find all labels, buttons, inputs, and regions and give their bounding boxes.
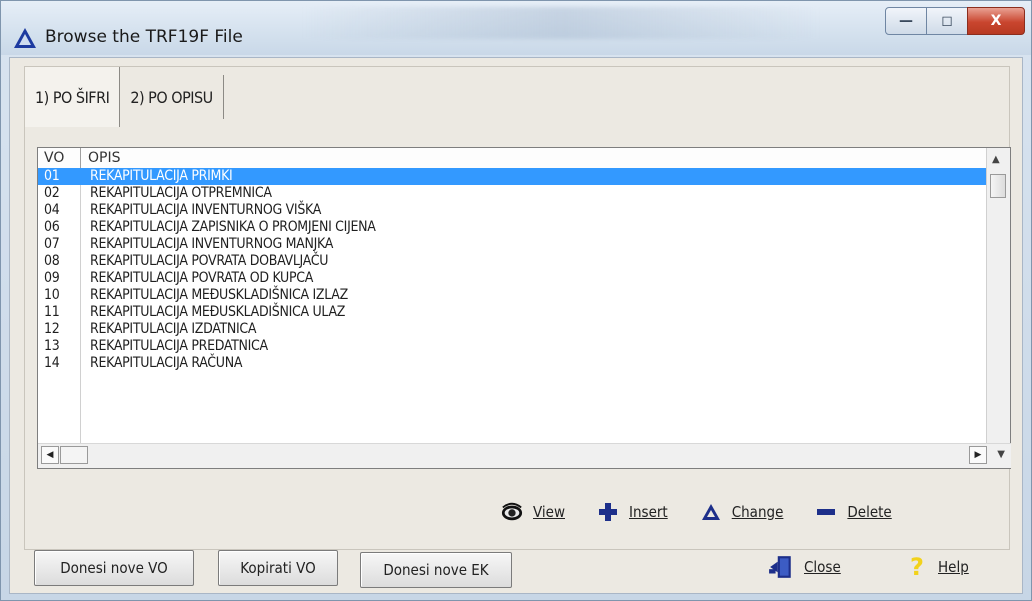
scroll-right-arrow-icon[interactable]: ▶ [969,446,987,464]
triangle-icon [701,504,720,520]
list-row[interactable]: 09 REKAPITULACIJA POVRATA OD KUPCA [38,270,986,287]
close-label: Close [804,558,841,576]
view-label: View [533,503,565,521]
plus-icon [599,503,617,521]
row-vo: 07 [44,236,60,252]
view-button[interactable]: View [485,497,581,527]
tab-po-opisu-label: 2) PO OPISU [130,87,213,107]
column-header-opis[interactable]: OPIS [88,150,120,166]
row-vo: 13 [44,338,60,354]
horizontal-scrollbar[interactable]: ◀ ▶ ▼ [38,443,1011,468]
tab-po-sifri-label: 1) PO ŠIFRI [35,87,110,107]
client-area: 1) PO ŠIFRI 2) PO OPISU VO OPIS 01 REKAPI… [9,57,1023,594]
list-row[interactable]: 04 REKAPITULACIJA INVENTURNOG VIŠKA [38,202,986,219]
column-header-vo[interactable]: VO [44,150,64,166]
donesi-nove-ek-button[interactable]: Donesi nove EK [360,552,512,588]
minimize-button[interactable]: — [885,7,927,35]
list-row[interactable]: 10 REKAPITULACIJA MEĐUSKLADIŠNICA IZLAZ [38,287,986,304]
donesi-nove-vo-button[interactable]: Donesi nove VO [34,550,194,586]
close-window-button[interactable]: X [967,7,1025,35]
row-opis: REKAPITULACIJA PREDATNICA [90,338,268,354]
row-opis: REKAPITULACIJA INVENTURNOG VIŠKA [90,202,322,218]
insert-label: Insert [629,503,668,521]
maximize-icon: ◻ [941,13,953,29]
close-button[interactable]: Close [768,552,841,582]
list-row[interactable]: 07 REKAPITULACIJA INVENTURNOG MANJKA [38,236,986,253]
list-row[interactable]: 06 REKAPITULACIJA ZAPISNIKA O PROMJENI CI… [38,219,986,236]
list-row[interactable]: 08 REKAPITULACIJA POVRATA DOBAVLJAČU [38,253,986,270]
kopirati-vo-label: Kopirati VO [240,559,316,577]
row-opis: REKAPITULACIJA POVRATA DOBAVLJAČU [90,253,329,269]
row-opis: REKAPITULACIJA ZAPISNIKA O PROMJENI CIJE… [90,219,376,235]
row-opis: REKAPITULACIJA RAČUNA [90,355,243,371]
list-header: VO OPIS [38,148,986,169]
list-row[interactable]: 01 REKAPITULACIJA PRIMKI [38,168,986,185]
row-vo: 04 [44,202,60,218]
door-exit-icon [769,556,791,578]
row-opis: REKAPITULACIJA INVENTURNOG MANJKA [90,236,334,252]
action-toolbar: View Insert Change Delete [485,497,908,527]
list-row[interactable]: 13 REKAPITULACIJA PREDATNICA [38,338,986,355]
scroll-up-arrow-icon[interactable]: ▲ [992,154,1000,165]
list-row[interactable]: 12 REKAPITULACIJA IZDATNICA [38,321,986,338]
maximize-button[interactable]: ◻ [926,7,968,35]
row-opis: REKAPITULACIJA MEĐUSKLADIŠNICA ULAZ [90,304,346,320]
row-vo: 08 [44,253,60,269]
delete-button[interactable]: Delete [799,497,907,527]
donesi-nove-vo-label: Donesi nove VO [60,559,168,577]
list-row[interactable]: 14 REKAPITULACIJA RAČUNA [38,355,986,372]
row-vo: 14 [44,355,60,371]
row-vo: 01 [44,168,60,184]
donesi-nove-ek-label: Donesi nove EK [383,561,489,579]
row-vo: 06 [44,219,60,235]
row-vo: 10 [44,287,60,303]
row-vo: 12 [44,321,60,337]
horizontal-scroll-thumb[interactable] [60,446,88,464]
close-icon: X [990,13,1002,29]
help-label: Help [938,558,969,576]
list-rows: 01 REKAPITULACIJA PRIMKI 02 REKAPITULACIJA… [38,168,986,372]
tab-po-sifri[interactable]: 1) PO ŠIFRI [25,67,121,127]
help-button[interactable]: ? Help [906,552,969,582]
scroll-left-arrow-icon[interactable]: ◀ [41,446,59,464]
vertical-scroll-thumb[interactable] [990,174,1006,198]
row-opis: REKAPITULACIJA IZDATNICA [90,321,257,337]
window-controls: — ◻ X [885,7,1025,37]
app-triangle-icon [14,28,36,48]
minimize-icon: — [899,13,913,29]
change-button[interactable]: Change [684,497,800,527]
insert-button[interactable]: Insert [581,497,684,527]
delete-label: Delete [847,503,892,521]
vo-listbox[interactable]: VO OPIS 01 REKAPITULACIJA PRIMKI 02 REKAPI… [37,147,1011,469]
tab-strip: 1) PO ŠIFRI 2) PO OPISU [25,67,224,127]
eye-icon [501,502,523,521]
minus-icon [817,509,836,515]
row-vo: 09 [44,270,60,286]
row-vo: 02 [44,185,60,201]
row-opis: REKAPITULACIJA POVRATA OD KUPCA [90,270,314,286]
list-row[interactable]: 02 REKAPITULACIJA OTPREMNICA [38,185,986,202]
list-row[interactable]: 11 REKAPITULACIJA MEĐUSKLADIŠNICA ULAZ [38,304,986,321]
column-divider[interactable] [80,148,81,168]
tab-panel: 1) PO ŠIFRI 2) PO OPISU VO OPIS 01 REKAPI… [24,66,1011,550]
change-label: Change [731,503,784,521]
browse-window: Browse the TRF19F File — ◻ X 1) PO ŠIFRI… [0,0,1032,601]
scroll-down-arrow-icon[interactable]: ▼ [997,449,1005,460]
title-bar[interactable]: Browse the TRF19F File — ◻ X [1,1,1031,55]
question-icon: ? [910,553,924,581]
row-opis: REKAPITULACIJA MEĐUSKLADIŠNICA IZLAZ [90,287,348,303]
tab-po-opisu[interactable]: 2) PO OPISU [120,75,224,119]
window-title: Browse the TRF19F File [45,27,243,47]
background-window-ghost [301,7,821,39]
row-opis: REKAPITULACIJA OTPREMNICA [90,185,272,201]
vertical-scrollbar[interactable]: ▲ [986,148,1010,445]
row-opis: REKAPITULACIJA PRIMKI [90,168,233,184]
row-vo: 11 [44,304,60,320]
kopirati-vo-button[interactable]: Kopirati VO [218,550,338,586]
